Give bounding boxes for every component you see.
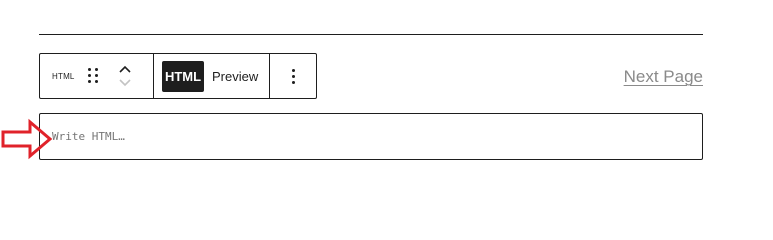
block-toolbar: HTML HTML Preview — [39, 53, 317, 99]
arrow-right-icon — [1, 118, 53, 160]
drag-handle-icon[interactable] — [88, 68, 98, 84]
block-type-label[interactable]: HTML — [52, 72, 78, 81]
chevron-up-icon — [119, 65, 131, 73]
more-vertical-icon[interactable] — [283, 64, 303, 88]
html-editor — [39, 113, 703, 160]
options-group — [270, 54, 316, 98]
next-page-link[interactable]: Next Page — [624, 67, 703, 87]
move-up-button[interactable] — [117, 62, 133, 76]
block-controls-group: HTML — [40, 54, 154, 98]
preview-button[interactable]: Preview — [212, 69, 258, 84]
separator — [39, 34, 703, 35]
html-textarea[interactable] — [40, 114, 702, 159]
move-down-button[interactable] — [117, 76, 133, 90]
view-mode-group: HTML Preview — [154, 54, 270, 98]
html-mode-button[interactable]: HTML — [162, 60, 204, 92]
chevron-down-icon — [119, 79, 131, 87]
block-movers — [117, 62, 133, 90]
